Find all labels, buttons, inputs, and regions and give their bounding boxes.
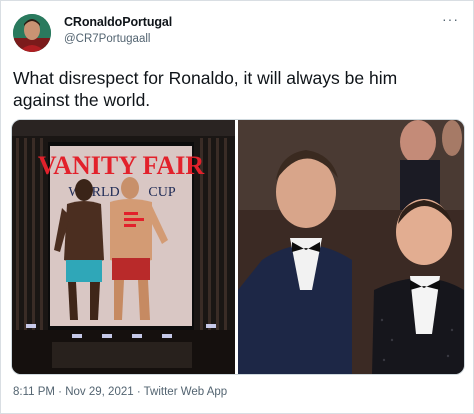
tweet-text-line-2: against the world. [13,90,151,110]
tweet-card: CRonaldoPortugal @CR7Portugaall ··· What… [0,0,474,414]
right-photo[interactable] [238,120,464,374]
cover-line-cup: CUP [148,185,175,200]
more-horizontal-icon[interactable]: ··· [442,11,459,27]
tweet-date[interactable]: Nov 29, 2021 [65,386,133,398]
tweet-media[interactable]: VANITY FAIR WORLD CUP [11,119,465,375]
avatar[interactable] [13,14,51,52]
avatar-image [13,14,51,52]
tweet-text: What disrespect for Ronaldo, it will alw… [13,67,463,111]
left-photo[interactable]: VANITY FAIR WORLD CUP [12,120,235,374]
media-photos: VANITY FAIR WORLD CUP [12,120,464,374]
display-name[interactable]: CRonaldoPortugal [64,15,172,29]
tweet-meta: 8:11 PM · Nov 29, 2021 · Twitter Web App [13,386,227,398]
tweet-time[interactable]: 8:11 PM [13,386,55,398]
magazine-title: VANITY FAIR [38,151,205,180]
separator-dot: · [133,386,144,398]
separator-dot: · [54,386,66,398]
tweet-source[interactable]: Twitter Web App [144,386,228,398]
tweet-text-line-1: What disrespect for Ronaldo, it will alw… [13,68,398,88]
user-handle[interactable]: @CR7Portugaall [64,33,150,45]
